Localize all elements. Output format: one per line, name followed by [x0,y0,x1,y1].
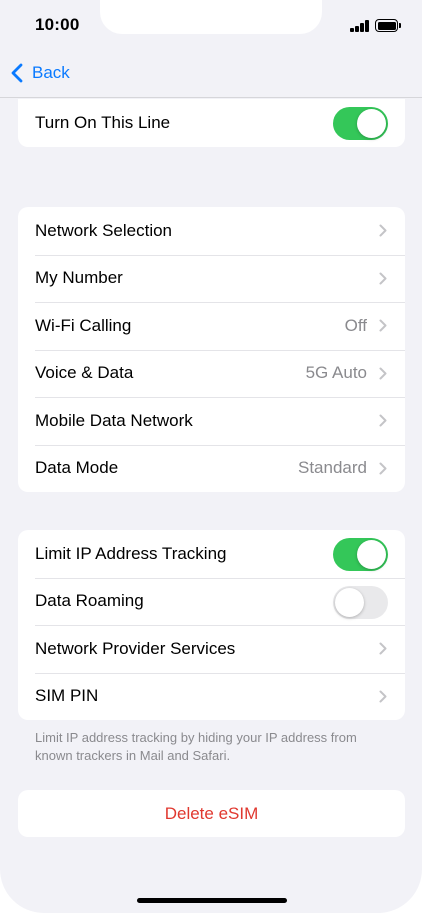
chevron-right-icon [379,319,387,332]
turn-on-line-row: Turn On This Line [18,99,405,147]
voice-data-row[interactable]: Voice & Data 5G Auto [18,349,405,398]
data-roaming-toggle[interactable] [333,585,388,619]
limit-ip-tracking-toggle[interactable] [333,538,388,571]
network-provider-services-row[interactable]: Network Provider Services [18,625,405,673]
network-provider-services-label: Network Provider Services [35,638,236,658]
wifi-calling-value: Off [344,315,367,335]
network-selection-row[interactable]: Network Selection [18,207,405,255]
wifi-calling-row[interactable]: Wi-Fi Calling Off [18,302,405,350]
limit-ip-tracking-label: Limit IP Address Tracking [35,543,227,563]
chevron-right-icon [379,367,387,379]
network-group: Network Selection My Number Wi-Fi Callin… [18,207,405,492]
delete-esim-label: Delete eSIM [164,803,259,823]
privacy-group: Limit IP Address Tracking Data Roaming N… [18,530,405,720]
status-bar: 10:00 [0,0,422,50]
settings-screen: 10:00 Back Turn On This Line Network Sel… [0,0,422,913]
turn-on-line-toggle[interactable] [333,107,388,140]
data-mode-value: Standard [298,458,367,478]
data-mode-row[interactable]: Data Mode Standard [18,444,405,493]
sim-pin-label: SIM PIN [35,686,99,706]
sim-pin-row[interactable]: SIM PIN [18,672,405,721]
line-group: Turn On This Line [18,99,405,147]
my-number-row[interactable]: My Number [18,254,405,303]
delete-esim-button[interactable]: Delete eSIM [18,790,405,837]
chevron-right-icon [379,272,387,284]
data-mode-label: Data Mode [35,458,119,478]
navigation-bar: Back [0,50,422,98]
limit-ip-footer-note: Limit IP address tracking by hiding your… [35,730,357,763]
network-selection-label: Network Selection [35,220,173,240]
data-roaming-row: Data Roaming [18,577,405,626]
limit-ip-tracking-row: Limit IP Address Tracking [18,530,405,578]
chevron-right-icon [379,642,387,655]
data-roaming-label: Data Roaming [35,591,144,611]
chevron-right-icon [379,462,387,474]
mobile-data-network-row[interactable]: Mobile Data Network [18,397,405,445]
cellular-signal-icon [350,20,370,32]
chevron-right-icon [379,690,387,702]
wifi-calling-label: Wi-Fi Calling [35,315,132,335]
status-time: 10:00 [35,15,80,34]
mobile-data-network-label: Mobile Data Network [35,410,193,430]
chevron-right-icon [379,224,387,237]
back-button[interactable]: Back [10,63,70,83]
back-label: Back [32,63,70,82]
delete-group: Delete eSIM [18,790,405,837]
chevron-right-icon [379,414,387,427]
home-indicator[interactable] [137,898,287,903]
my-number-label: My Number [35,268,123,288]
battery-icon [375,19,401,32]
voice-data-label: Voice & Data [35,363,134,383]
chevron-left-icon [11,63,23,83]
turn-on-line-label: Turn On This Line [35,112,171,132]
display-notch [100,0,322,34]
voice-data-value: 5G Auto [305,363,367,383]
